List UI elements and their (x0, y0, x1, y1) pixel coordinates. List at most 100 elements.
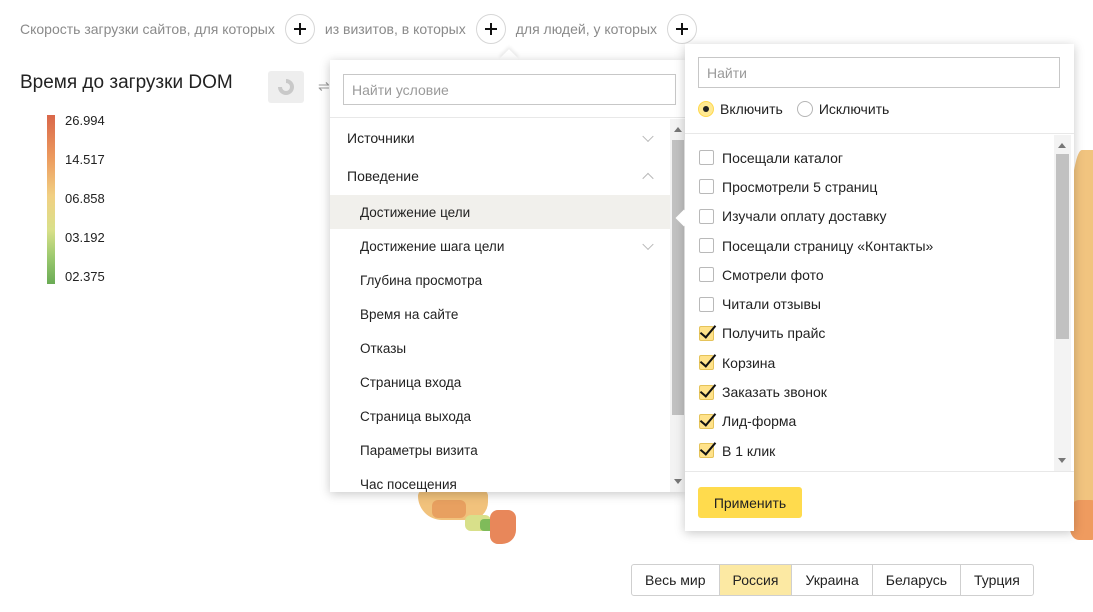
swap-icon[interactable]: ⇌ (318, 78, 330, 95)
goal-option-label: Посещали каталог (722, 149, 843, 166)
segment-text-sites: Скорость загрузки сайтов, для которых (20, 21, 275, 37)
goal-option[interactable]: Изучали оплату доставку (685, 202, 1055, 231)
condition-item-visit-hour[interactable]: Час посещения (330, 467, 670, 492)
checkbox-checked-icon[interactable] (699, 325, 714, 341)
chart-title: Время до загрузки DOM (20, 72, 233, 93)
condition-item-goal[interactable]: Достижение цели (330, 195, 670, 229)
checkbox-unchecked-icon[interactable] (699, 296, 714, 312)
condition-label: Достижение цели (360, 204, 471, 220)
exclude-label: Исключить (818, 101, 890, 117)
checkbox-checked-icon[interactable] (699, 384, 714, 400)
goal-option[interactable]: Смотрели фото (685, 260, 1055, 289)
scroll-down-icon[interactable] (674, 479, 682, 484)
segment-text-people: для людей, у которых (515, 21, 658, 37)
scrollbar-thumb[interactable] (672, 140, 684, 415)
segment-builder: Скорость загрузки сайтов, для которых из… (20, 14, 707, 44)
condition-item-goal-step[interactable]: Достижение шага цели (330, 229, 670, 263)
condition-item-bounces[interactable]: Отказы (330, 331, 670, 365)
goal-option-label: В 1 клик (722, 442, 776, 459)
goal-options-list: Посещали каталог Просмотрели 5 страниц И… (685, 135, 1055, 471)
region-button-russia[interactable]: Россия (718, 565, 792, 595)
condition-item-entry-page[interactable]: Страница входа (330, 365, 670, 399)
goal-option-label: Просмотрели 5 страниц (722, 178, 878, 195)
radio-unchecked-icon (796, 101, 813, 117)
checkbox-unchecked-icon[interactable] (699, 150, 714, 166)
condition-search-input[interactable] (343, 74, 676, 105)
chevron-down-icon (642, 238, 654, 251)
goal-option-label: Лид-форма (722, 413, 797, 430)
map-region[interactable] (432, 500, 466, 518)
goal-option[interactable]: Посещали каталог (685, 143, 1055, 172)
checkbox-checked-icon[interactable] (699, 413, 714, 429)
checkbox-checked-icon[interactable] (699, 443, 714, 459)
goal-option[interactable]: Посещали страницу «Контакты» (685, 231, 1055, 260)
category-sources[interactable]: Источники (330, 119, 670, 157)
chart-type-button[interactable] (268, 71, 304, 103)
condition-item-exit-page[interactable]: Страница выхода (330, 399, 670, 433)
scroll-up-icon[interactable] (674, 127, 682, 132)
radio-checked-icon (698, 101, 714, 117)
goal-option[interactable]: Лид-форма (685, 407, 1055, 436)
goal-option[interactable]: Заказать звонок (685, 377, 1055, 406)
legend-label-max: 26.994 (65, 113, 105, 128)
goal-option[interactable]: Получить прайс (685, 319, 1055, 348)
scroll-down-icon[interactable] (1058, 458, 1066, 463)
scrollbar-thumb[interactable] (1056, 154, 1069, 339)
include-label: Включить (720, 101, 783, 117)
legend-label: 14.517 (65, 152, 105, 167)
legend-label: 06.858 (65, 191, 105, 206)
region-button-world[interactable]: Весь мир (632, 565, 719, 595)
apply-button[interactable]: Применить (698, 487, 802, 518)
checkbox-unchecked-icon[interactable] (699, 179, 714, 195)
condition-search-wrap (330, 60, 686, 118)
condition-label: Достижение шага цели (360, 238, 505, 254)
goal-option[interactable]: Корзина (685, 348, 1055, 377)
add-site-condition-button[interactable] (284, 14, 315, 44)
map-region[interactable] (490, 510, 516, 544)
condition-label: Время на сайте (360, 306, 459, 322)
exclude-radio[interactable]: Исключить (796, 101, 890, 117)
region-button-turkey[interactable]: Турция (960, 565, 1033, 595)
report-page: Скорость загрузки сайтов, для которых из… (0, 0, 1093, 612)
checkbox-unchecked-icon[interactable] (699, 238, 714, 254)
condition-label: Страница входа (360, 374, 462, 390)
condition-label: Страница выхода (360, 408, 472, 424)
condition-item-visit-params[interactable]: Параметры визита (330, 433, 670, 467)
goal-option[interactable]: Читали отзывы (685, 289, 1055, 318)
condition-list-scrollbar[interactable] (670, 119, 686, 492)
scroll-up-icon[interactable] (1058, 143, 1066, 148)
include-exclude-group: Включить Исключить (698, 101, 1060, 117)
pie-chart-icon (278, 79, 294, 95)
include-radio[interactable]: Включить (698, 101, 783, 117)
goal-option-label: Читали отзывы (722, 296, 821, 313)
category-label: Поведение (347, 168, 419, 184)
goal-panel-footer: Применить (685, 471, 1074, 531)
category-label: Источники (347, 130, 415, 146)
goal-option-label: Получить прайс (722, 325, 826, 342)
condition-item-depth[interactable]: Глубина просмотра (330, 263, 670, 297)
condition-label: Отказы (360, 340, 407, 356)
legend-label-min: 02.375 (65, 269, 105, 284)
condition-item-time-on-site[interactable]: Время на сайте (330, 297, 670, 331)
checkbox-unchecked-icon[interactable] (699, 267, 714, 283)
chevron-up-icon (642, 172, 654, 185)
goal-option[interactable]: Просмотрели 5 страниц (685, 172, 1055, 201)
region-button-belarus[interactable]: Беларусь (871, 565, 960, 595)
goal-option-label: Смотрели фото (722, 266, 824, 283)
goal-select-panel: Включить Исключить Посещали каталог Прос… (685, 44, 1074, 531)
segment-text-visits: из визитов, в которых (324, 21, 466, 37)
goal-option[interactable]: В 1 клик (685, 436, 1055, 465)
condition-label: Глубина просмотра (360, 272, 483, 288)
goal-list-scrollbar[interactable] (1054, 135, 1071, 471)
goal-option-label: Изучали оплату доставку (722, 208, 887, 225)
condition-label: Параметры визита (360, 442, 478, 458)
add-visit-condition-button[interactable] (475, 14, 506, 44)
add-people-condition-button[interactable] (667, 14, 698, 44)
condition-list: Источники Поведение Достижение цели Дост… (330, 119, 670, 492)
goal-search-input[interactable] (698, 57, 1060, 88)
checkbox-checked-icon[interactable] (699, 355, 714, 371)
region-button-ukraine[interactable]: Украина (791, 565, 871, 595)
region-switcher: Весь мир Россия Украина Беларусь Турция (631, 564, 1034, 596)
checkbox-unchecked-icon[interactable] (699, 208, 714, 224)
category-behavior[interactable]: Поведение (330, 157, 670, 195)
